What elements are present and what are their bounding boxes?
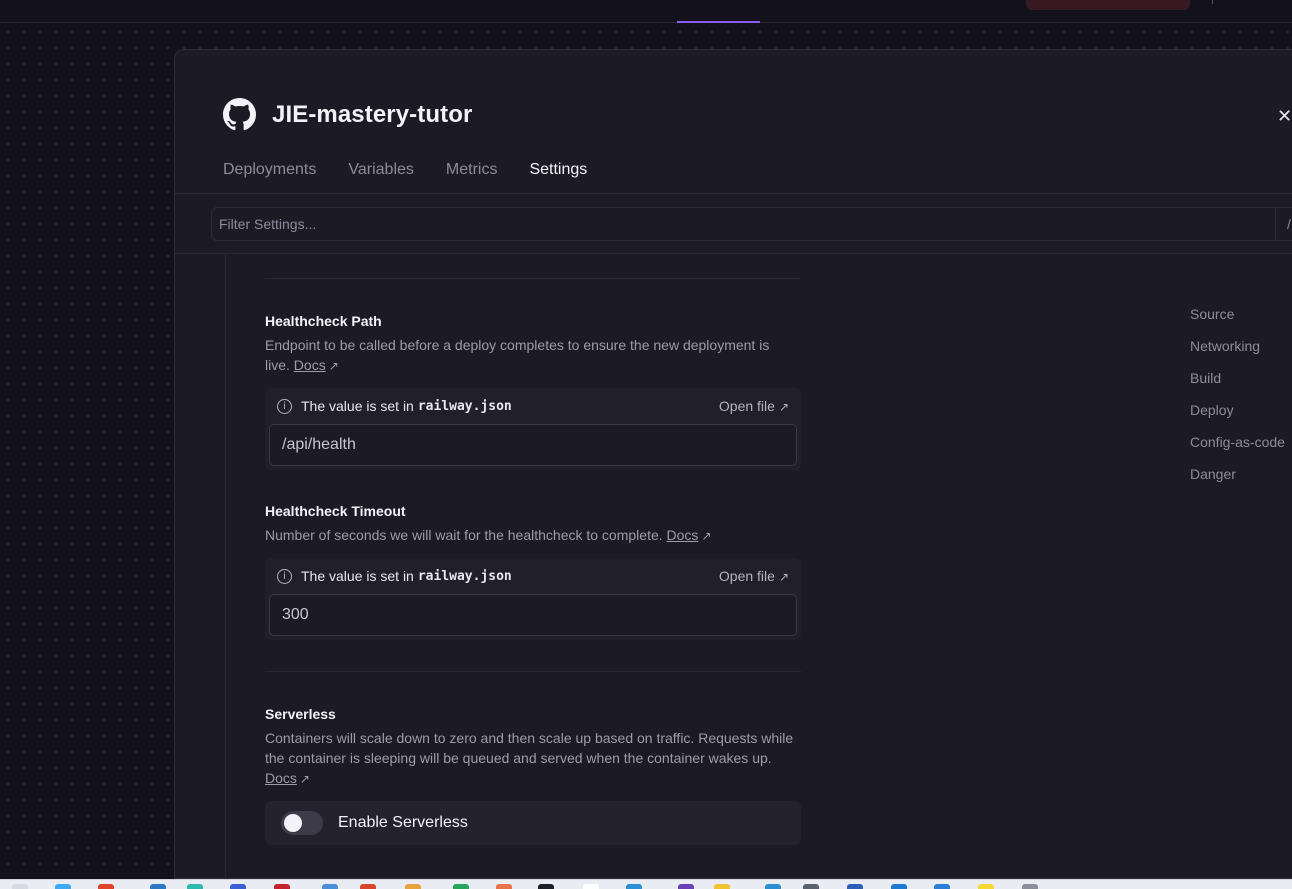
config-file-name: railway.json [417, 398, 512, 414]
section-title: Healthcheck Path [265, 313, 382, 329]
external-link-icon: ↗ [778, 400, 789, 414]
side-nav-deploy[interactable]: Deploy [1190, 402, 1285, 434]
top-bar-divider [1212, 0, 1213, 4]
taskbar-icon[interactable] [322, 884, 338, 889]
taskbar-icon[interactable] [978, 884, 994, 889]
taskbar-icon[interactable] [12, 884, 28, 889]
external-link-icon: ↗ [701, 529, 712, 543]
section-title: Healthcheck Timeout [265, 503, 406, 519]
service-panel: JIE-mastery-tutor ✕ Deployments Variable… [174, 49, 1292, 880]
taskbar-icon[interactable] [891, 884, 907, 889]
tab-metrics[interactable]: Metrics [446, 150, 498, 194]
serverless-section: Serverless Containers will scale down to… [265, 706, 801, 845]
taskbar-icon[interactable] [360, 884, 376, 889]
section-description: Number of seconds we will wait for the h… [265, 527, 712, 543]
serverless-toggle-row[interactable]: Enable Serverless [265, 801, 801, 845]
taskbar-icon[interactable] [230, 884, 246, 889]
taskbar-icon[interactable] [538, 884, 554, 889]
panel-header: JIE-mastery-tutor [223, 98, 472, 131]
github-icon [223, 98, 256, 131]
toggle-label: Enable Serverless [338, 814, 468, 831]
taskbar-icon[interactable] [803, 884, 819, 889]
section-title: Serverless [265, 706, 336, 722]
open-file-link[interactable]: Open file ↗ [719, 398, 789, 414]
external-link-icon: ↗ [328, 359, 339, 373]
filter-shortcut-key: / [1275, 208, 1292, 240]
taskbar-icon[interactable] [274, 884, 290, 889]
taskbar-icon[interactable] [453, 884, 469, 889]
info-icon: i [277, 568, 292, 584]
taskbar-icon[interactable] [847, 884, 863, 889]
docs-link[interactable]: Docs [294, 357, 326, 373]
side-nav-config-as-code[interactable]: Config-as-code [1190, 434, 1285, 466]
taskbar-icon[interactable] [1022, 884, 1038, 889]
tab-bar-border [175, 193, 1292, 194]
docs-link[interactable]: Docs [667, 527, 699, 543]
tab-settings[interactable]: Settings [529, 150, 587, 194]
healthcheck-timeout-section: Healthcheck Timeout Number of seconds we… [265, 503, 801, 640]
section-divider [265, 671, 801, 672]
settings-side-nav: Source Networking Build Deploy Config-as… [1190, 306, 1285, 498]
top-bar [0, 0, 1292, 23]
section-description: Endpoint to be called before a deploy co… [265, 337, 770, 373]
taskbar-icon[interactable] [934, 884, 950, 889]
serverless-toggle[interactable] [281, 811, 323, 835]
section-divider [265, 278, 801, 279]
divider [175, 253, 1292, 254]
taskbar-icon[interactable] [678, 884, 694, 889]
config-file-notice: i The value is set in railway.json Open … [265, 388, 801, 470]
taskbar-icon[interactable] [405, 884, 421, 889]
taskbar-icon[interactable] [187, 884, 203, 889]
left-rail [225, 254, 226, 880]
config-file-name: railway.json [417, 568, 512, 584]
taskbar-icon[interactable] [714, 884, 730, 889]
toggle-knob [284, 814, 302, 832]
healthcheck-timeout-input[interactable]: 300 [269, 594, 797, 636]
open-file-link[interactable]: Open file ↗ [719, 568, 789, 584]
config-file-notice: i The value is set in railway.json Open … [265, 558, 801, 640]
info-icon: i [277, 398, 292, 414]
docs-link[interactable]: Docs [265, 770, 297, 786]
taskbar-icon[interactable] [765, 884, 781, 889]
filter-settings-input[interactable] [212, 208, 1262, 240]
section-description: Containers will scale down to zero and t… [265, 730, 794, 786]
taskbar-icon[interactable] [583, 884, 599, 889]
taskbar-icon[interactable] [150, 884, 166, 889]
close-icon[interactable]: ✕ [1277, 104, 1292, 128]
notice-text: The value is set in [301, 398, 414, 414]
taskbar-icon[interactable] [626, 884, 642, 889]
taskbar-icon[interactable] [496, 884, 512, 889]
tab-deployments[interactable]: Deployments [223, 150, 316, 194]
side-nav-networking[interactable]: Networking [1190, 338, 1285, 370]
taskbar-icon[interactable] [55, 884, 71, 889]
side-nav-danger[interactable]: Danger [1190, 466, 1285, 498]
os-taskbar [0, 879, 1292, 889]
external-link-icon: ↗ [778, 570, 789, 584]
filter-settings: / [211, 207, 1292, 241]
tab-bar: Deployments Variables Metrics Settings [223, 150, 587, 194]
side-nav-build[interactable]: Build [1190, 370, 1285, 402]
tab-variables[interactable]: Variables [348, 150, 414, 194]
healthcheck-path-input[interactable]: /api/health [269, 424, 797, 466]
healthcheck-path-section: Healthcheck Path Endpoint to be called b… [265, 313, 801, 470]
side-nav-source[interactable]: Source [1190, 306, 1285, 338]
notice-text: The value is set in [301, 568, 414, 584]
top-bar-button[interactable] [1026, 0, 1190, 10]
active-tab-indicator [677, 21, 760, 23]
project-title: JIE-mastery-tutor [272, 100, 473, 128]
taskbar-icon[interactable] [98, 884, 114, 889]
external-link-icon: ↗ [299, 772, 310, 786]
